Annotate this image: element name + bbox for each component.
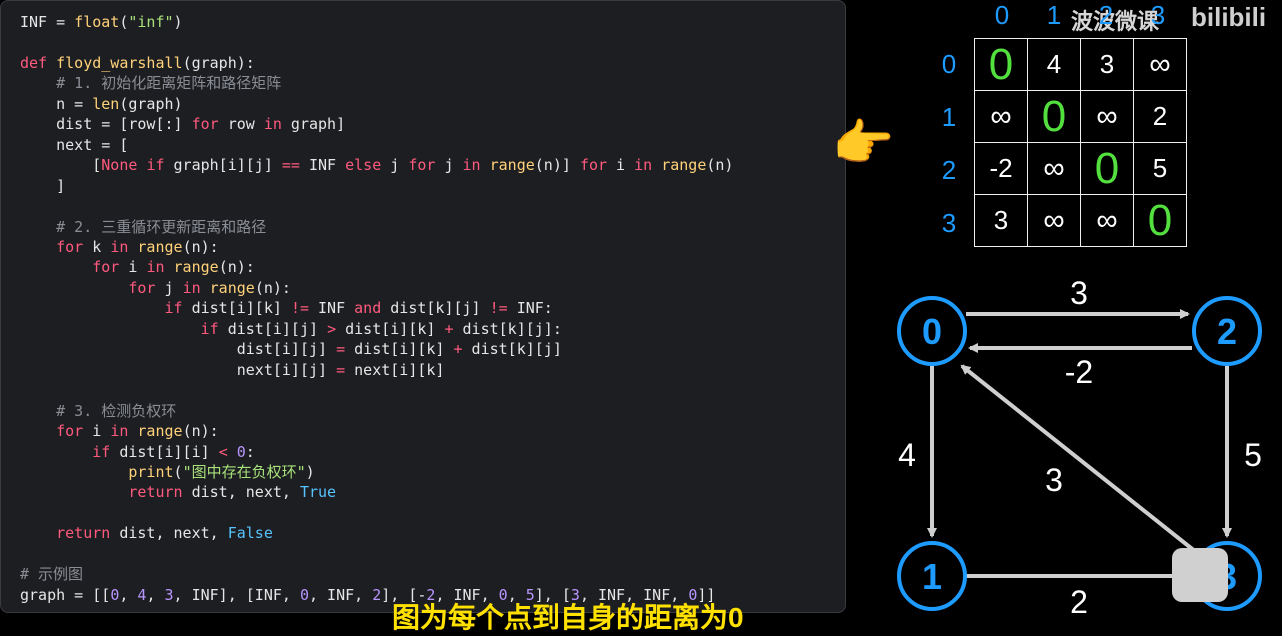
code-line: INF = float("inf") xyxy=(20,13,183,31)
matrix-col-label: 3 xyxy=(1150,0,1166,30)
matrix-cell: 3 xyxy=(974,194,1028,247)
bilibili-logo: bilibili xyxy=(1191,2,1267,32)
matrix-row: 3 ∞ ∞ 0 xyxy=(974,194,1187,247)
video-subtitle: 图为每个点到自身的距离为0 xyxy=(392,602,744,633)
matrix-cell: 2 xyxy=(1133,90,1187,143)
matrix-cell: 0 xyxy=(1080,142,1134,195)
matrix-cell: 3 xyxy=(1080,38,1134,91)
matrix-cell: ∞ xyxy=(974,90,1028,143)
code-line: dist = [row[:] for row in graph] xyxy=(20,115,346,134)
matrix-cell: 0 xyxy=(1133,194,1187,247)
matrix-row-label: 2 xyxy=(941,155,957,185)
matrix-row: 0 4 3 ∞ xyxy=(974,38,1187,91)
tv-mascot-icon xyxy=(1172,548,1228,602)
code-editor-panel: INF = float("inf") def floyd_warshall(gr… xyxy=(0,0,846,613)
code-line: # 1. 初始化距离矩阵和路径矩阵 xyxy=(56,74,282,93)
edge-label: 2 xyxy=(1070,584,1088,613)
matrix-row-label: 0 xyxy=(941,49,957,79)
matrix-cell: ∞ xyxy=(1080,90,1134,143)
code-line: [None if graph[i][j] == INF else j for j… xyxy=(20,156,734,175)
code-line: # 3. 检测负权环 xyxy=(56,401,177,420)
edge-label: 4 xyxy=(898,437,916,473)
code-line: n = len(graph) xyxy=(20,94,183,113)
code-line: if dist[i][j] > dist[i][k] + dist[k][j]: xyxy=(200,319,562,338)
code-line: # 示例图 xyxy=(20,565,84,584)
edge-label: 5 xyxy=(1244,437,1262,473)
matrix-row-label: 3 xyxy=(941,208,957,238)
code-line: for j in range(n): xyxy=(128,278,291,297)
code-line: for i in range(n): xyxy=(56,422,219,441)
distance-matrix: 0 4 3 ∞ ∞ 0 ∞ 2 -2 ∞ 0 5 3 ∞ ∞ 0 xyxy=(974,38,1187,247)
code-line: def floyd_warshall(graph): xyxy=(20,53,255,72)
matrix-cell: 5 xyxy=(1133,142,1187,195)
code-line: # 2. 三重循环更新距离和路径 xyxy=(56,217,267,236)
matrix-col-label: 2 xyxy=(1098,0,1114,30)
node-label: 2 xyxy=(1217,311,1237,352)
matrix-cell: 0 xyxy=(974,38,1028,91)
edge-label: 3 xyxy=(1070,275,1088,311)
matrix-cell: 4 xyxy=(1027,38,1081,91)
matrix-col-label: 0 xyxy=(994,0,1010,30)
code-line: for k in range(n): xyxy=(56,237,219,256)
edge-label: -2 xyxy=(1065,354,1093,390)
code-line: print("图中存在负权环") xyxy=(128,462,315,481)
matrix-row-label: 1 xyxy=(941,102,957,132)
matrix-row: ∞ 0 ∞ 2 xyxy=(974,90,1187,143)
matrix-cell: ∞ xyxy=(1027,142,1081,195)
code-line: ] xyxy=(20,176,66,195)
code-line: if dist[i][k] != INF and dist[k][j] != I… xyxy=(164,299,553,318)
edge-label: 3 xyxy=(1045,462,1063,498)
matrix-row: -2 ∞ 0 5 xyxy=(974,142,1187,195)
code-line: return dist, next, True xyxy=(128,483,337,502)
matrix-col-label: 1 xyxy=(1046,0,1062,30)
code-block: INF = float("inf") def floyd_warshall(gr… xyxy=(20,12,733,605)
code-line: if dist[i][i] < 0: xyxy=(92,442,255,461)
graph-edge xyxy=(960,364,1198,554)
matrix-cell: -2 xyxy=(974,142,1028,195)
code-line: dist[i][j] = dist[i][k] + dist[k][j] xyxy=(20,340,562,359)
code-line: next[i][j] = next[i][k] xyxy=(20,360,445,379)
matrix-cell: ∞ xyxy=(1133,38,1187,91)
matrix-cell: ∞ xyxy=(1027,194,1081,247)
pointing-hand-icon: 👉 xyxy=(832,115,895,171)
matrix-cell: ∞ xyxy=(1080,194,1134,247)
matrix-cell: 0 xyxy=(1027,90,1081,143)
node-label: 0 xyxy=(922,311,942,352)
code-line: next = [ xyxy=(20,135,129,154)
code-line: for i in range(n): xyxy=(92,258,255,277)
node-label: 1 xyxy=(922,556,942,597)
code-line: return dist, next, False xyxy=(56,524,273,543)
